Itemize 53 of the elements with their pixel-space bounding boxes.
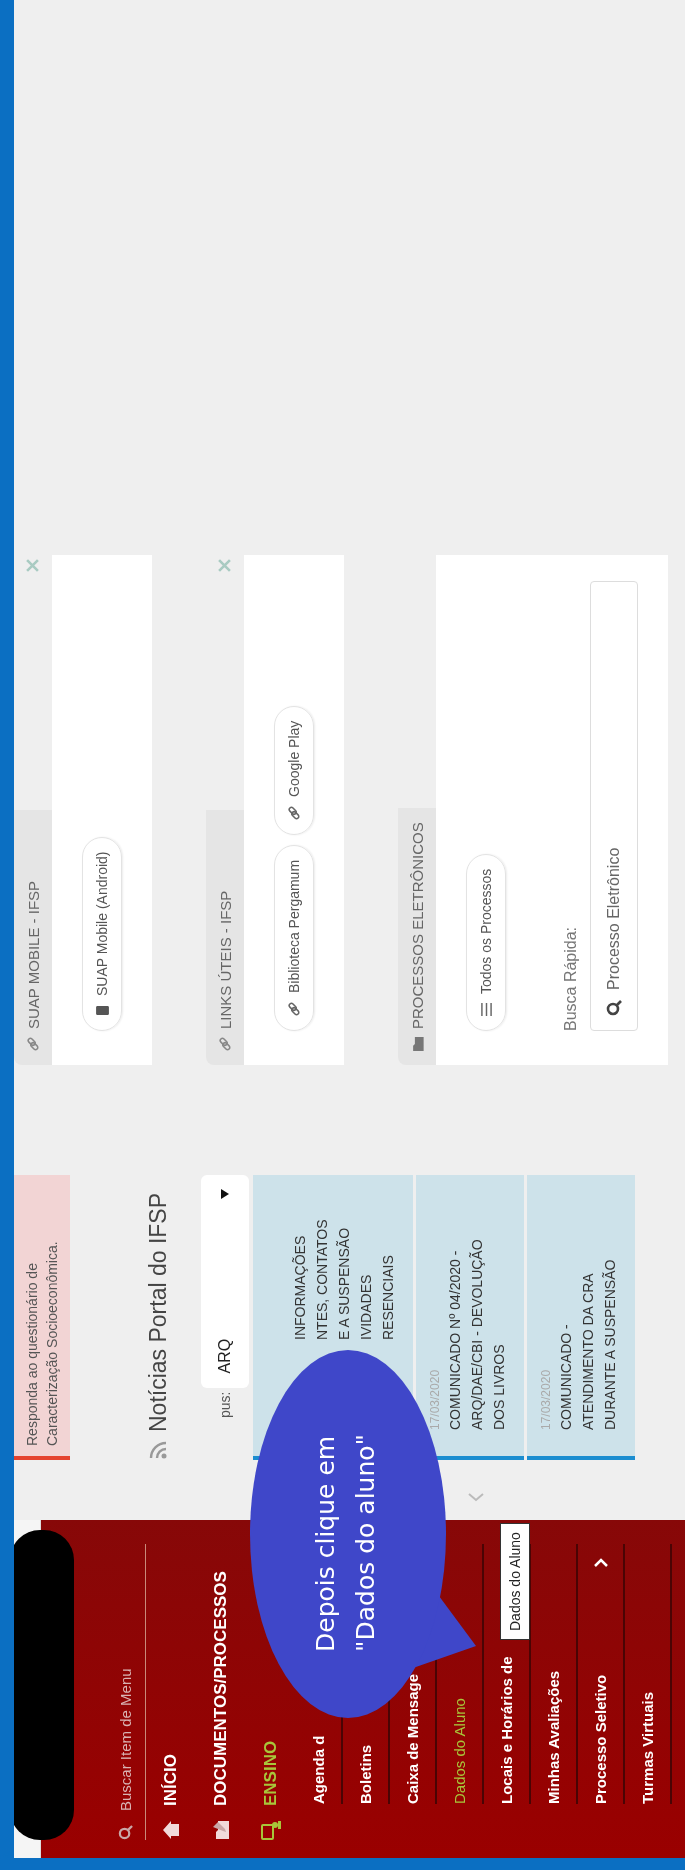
menu-item[interactable]: Locais e Horários de (498, 1656, 515, 1804)
menu-item[interactable]: Processo Seletivo (592, 1674, 609, 1804)
news-title: NTES, CONTATOS (313, 1218, 331, 1340)
menu-section[interactable]: ENSINO (261, 1740, 281, 1806)
news-title: DOS LIVROS (490, 1343, 508, 1430)
callout-text: Depois clique em "Dados do aluno" (310, 1433, 381, 1652)
alert-message: Responda ao questionário de Caracterização Socioeconômica. (14, 1175, 70, 1460)
search-icon (606, 1000, 622, 1016)
news-title: COMUNICADO - (557, 1323, 575, 1430)
menu-item[interactable]: Dados do Aluno (451, 1698, 468, 1804)
news-date: 17/03/2020 (539, 1368, 553, 1430)
search-box[interactable]: Processo Eletrônico (590, 581, 638, 1031)
close-icon[interactable] (218, 559, 231, 572)
link-icon (287, 805, 301, 820)
link-icon (287, 1002, 301, 1016)
house-icon (162, 1820, 180, 1840)
search-icon (117, 1825, 133, 1840)
card-header: SUAP MOBILE - IFSP (14, 810, 52, 1065)
list-icon (480, 1003, 492, 1016)
link-icon (26, 1037, 40, 1051)
rss-icon (148, 1440, 168, 1460)
menu-item[interactable]: Caixa de Mensage (404, 1673, 421, 1804)
menu-item[interactable]: Agenda d (310, 1735, 327, 1804)
field-label: Busca Rápida: (562, 925, 580, 1031)
folder-icon (410, 1037, 424, 1051)
campus-select[interactable]: ARQ (201, 1175, 249, 1388)
folder-icon (212, 1820, 230, 1840)
news-title: DURANTE A SUSPENSÃO (601, 1258, 619, 1430)
news-title: ARQ/DAE/CBI - DEVOLUÇÃO (468, 1238, 486, 1430)
close-icon[interactable] (26, 559, 39, 572)
menu-search-field[interactable]: Buscar Item de Menu (115, 1569, 135, 1813)
menu-item[interactable]: Turmas Virtuais (639, 1692, 656, 1804)
dropdown-arrow-icon (221, 1189, 229, 1199)
card-header: PROCESSOS ELETRÔNICOS (398, 808, 436, 1065)
card-header: LINKS ÚTEIS - IFSP (206, 810, 244, 1065)
campus-label: pus: (217, 1391, 233, 1418)
news-title: ATENDIMENTO DA CRA (579, 1272, 597, 1430)
monitor-icon (261, 1820, 281, 1840)
menu-item[interactable]: Minhas Avaliações (545, 1670, 562, 1804)
news-title: IVIDADES (357, 1273, 375, 1340)
section-title: Notícias Portal do IFSP (145, 1192, 172, 1432)
news-title: INFORMAÇÕES (291, 1234, 309, 1340)
tooltip: Dados do Aluno (500, 1523, 530, 1640)
chevron-icon (468, 1492, 484, 1502)
news-title: E A SUSPENSÃO (335, 1226, 353, 1340)
phone-icon (95, 1005, 109, 1016)
menu-item[interactable]: Boletins (357, 1744, 374, 1804)
menu-section[interactable]: DOCUMENTOS/PROCESSOS (211, 1571, 231, 1806)
news-title: RESENCIAIS (379, 1254, 397, 1340)
menu-section[interactable]: INÍCIO (161, 1754, 181, 1806)
news-date: 17/03/2020 (428, 1368, 442, 1430)
link-icon (218, 1037, 232, 1051)
news-title: COMUNICADO Nº 04/2020 - (446, 1249, 464, 1430)
